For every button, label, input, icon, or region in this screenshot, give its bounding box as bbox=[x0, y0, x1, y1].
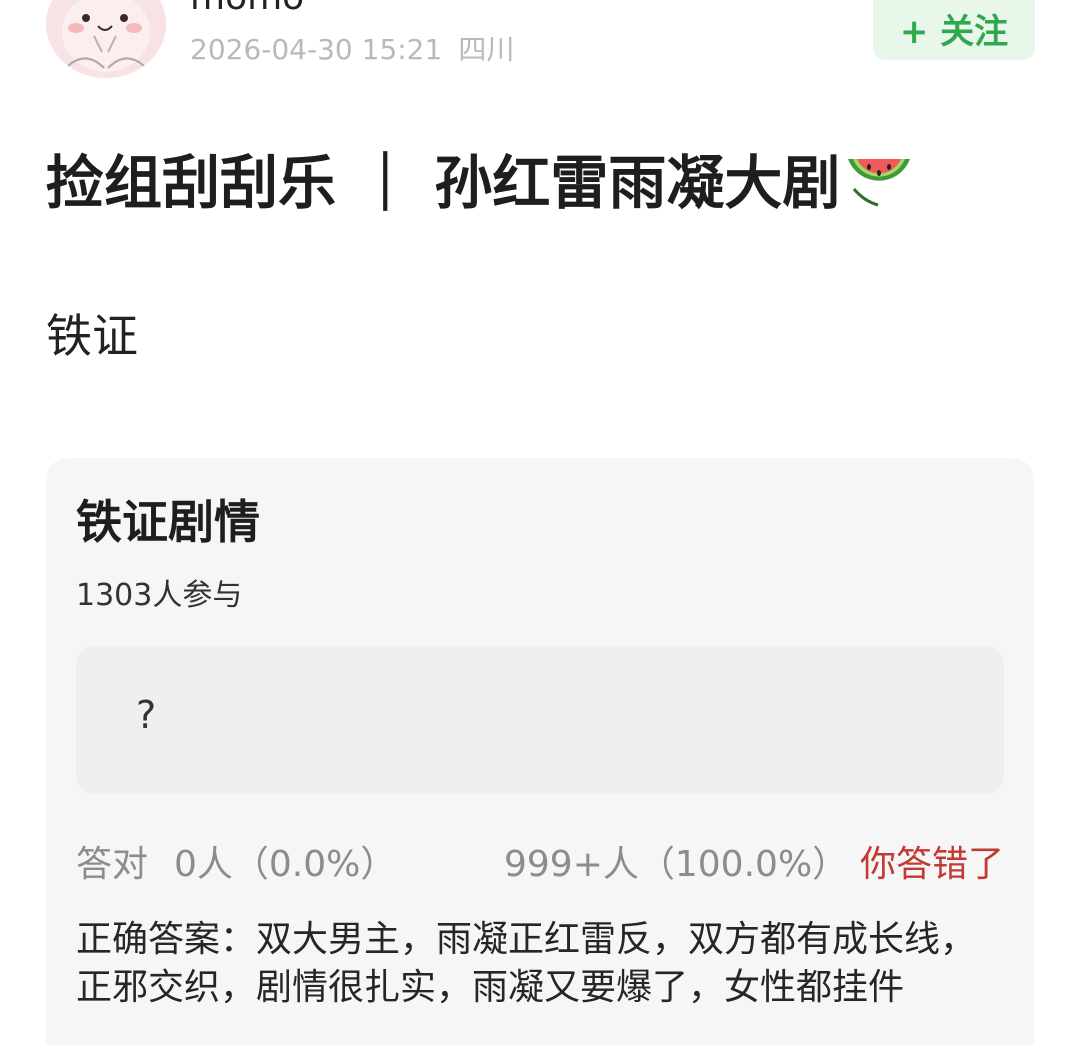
result-status: 你答错了 bbox=[859, 844, 1004, 885]
watermelon-icon bbox=[844, 149, 914, 224]
quiz-title: 铁证剧情 bbox=[76, 495, 260, 549]
avatar-face-icon bbox=[46, 0, 166, 78]
correct-answer-text: 正确答案：双大男主，雨凝正红雷反，双方都有成长线，正邪交织，剧情很扎实，雨凝又要… bbox=[76, 919, 977, 1008]
post-page: momo 2026-04-30 15:21 四川 + 关注 捡组刮刮乐 ｜ 孙红雷… bbox=[0, 0, 1080, 1045]
post-body: 铁证 bbox=[46, 309, 138, 363]
post-title-text: 捡组刮刮乐 ｜ 孙红雷雨凝大剧 bbox=[46, 149, 841, 217]
quiz-card: 铁证剧情 1303人参与 ? 答对 0人（0.0%） 999+人（100.0%）… bbox=[46, 458, 1034, 1045]
participant-count: 1303人参与 bbox=[76, 578, 243, 613]
avatar[interactable] bbox=[46, 0, 166, 78]
answer-placeholder: ? bbox=[136, 693, 157, 737]
follow-button[interactable]: + 关注 bbox=[873, 0, 1035, 60]
location: 四川 bbox=[458, 33, 515, 66]
username[interactable]: momo bbox=[190, 0, 304, 18]
wrong-count: 999+人（100.0%） bbox=[504, 844, 849, 885]
quiz-stats: 答对 0人（0.0%） 999+人（100.0%） 你答错了 bbox=[76, 840, 1004, 890]
answer-option[interactable]: ? bbox=[76, 646, 1004, 794]
correct-label: 答对 bbox=[76, 844, 149, 885]
correct-count: 0人（0.0%） bbox=[174, 844, 397, 885]
post-meta: 2026-04-30 15:21 四川 bbox=[190, 30, 514, 70]
post-title: 捡组刮刮乐 ｜ 孙红雷雨凝大剧 bbox=[46, 148, 914, 224]
timestamp: 2026-04-30 15:21 bbox=[190, 33, 443, 66]
